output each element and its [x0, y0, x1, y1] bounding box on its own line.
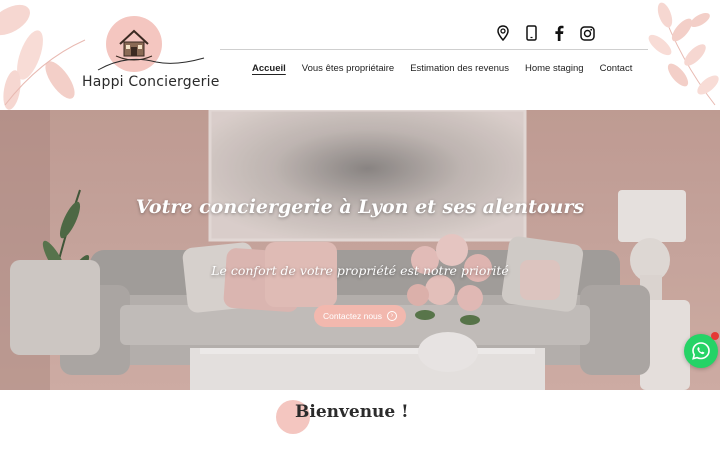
nav-item-home-staging[interactable]: Home staging — [525, 63, 584, 74]
nav-item-estimation[interactable]: Estimation des revenus — [410, 63, 509, 74]
arrow-right-icon: › — [387, 311, 398, 321]
nav-item-accueil[interactable]: Accueil — [252, 63, 286, 74]
hero-title: Votre conciergerie à Lyon et ses alentou… — [135, 196, 585, 218]
whatsapp-icon — [692, 342, 710, 360]
site-logo[interactable]: Happi Conciergerie — [78, 6, 220, 102]
leaf-decoration-right — [648, 2, 719, 106]
contact-us-button[interactable]: Contactez nous › — [314, 305, 406, 327]
notification-dot — [711, 332, 719, 340]
social-links — [494, 24, 596, 42]
logo-brand-name: Happi Conciergerie — [82, 74, 220, 90]
welcome-section: Bienvenue ! — [0, 390, 720, 450]
nav-divider — [220, 49, 648, 50]
instagram-icon[interactable] — [578, 24, 596, 42]
nav-item-contact[interactable]: Contact — [600, 63, 633, 74]
logo-hand-line — [97, 57, 205, 71]
welcome-title: Bienvenue ! — [295, 402, 409, 422]
nav-item-proprietaire[interactable]: Vous êtes propriétaire — [302, 63, 394, 74]
phone-icon[interactable] — [522, 24, 540, 42]
site-header: Happi Conciergerie Accueil Vous êtes pro… — [0, 0, 720, 110]
hero-banner: Votre conciergerie à Lyon et ses alentou… — [0, 110, 720, 390]
leaf-decoration-left — [0, 4, 86, 110]
map-pin-icon[interactable] — [494, 24, 512, 42]
contact-us-label: Contactez nous — [322, 311, 383, 321]
living-room-background-image — [0, 110, 720, 390]
facebook-icon[interactable] — [550, 24, 568, 42]
main-nav: Accueil Vous êtes propriétaire Estimatio… — [252, 63, 632, 74]
hero-subtitle: Le confort de votre propriété est notre … — [211, 263, 509, 278]
